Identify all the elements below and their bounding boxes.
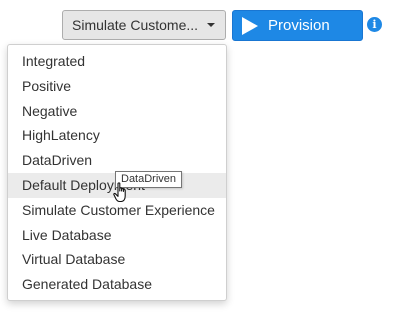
chevron-down-icon: [207, 23, 215, 27]
menu-item-highlatency[interactable]: HighLatency: [8, 123, 226, 148]
menu-item-generated-database[interactable]: Generated Database: [8, 272, 226, 297]
provision-button-label: Provision: [268, 17, 330, 34]
menu-item-positive[interactable]: Positive: [8, 74, 226, 99]
toolbar: Simulate Custome... Provision i: [0, 0, 400, 48]
hand-pointer-icon: [113, 182, 126, 203]
scenario-dropdown[interactable]: Simulate Custome...: [62, 10, 226, 40]
menu-item-datadriven[interactable]: DataDriven: [8, 148, 226, 173]
provision-button[interactable]: Provision: [232, 10, 363, 41]
info-icon[interactable]: i: [367, 17, 382, 32]
menu-item-virtual-database[interactable]: Virtual Database: [8, 247, 226, 272]
menu-item-live-database[interactable]: Live Database: [8, 223, 226, 248]
menu-item-negative[interactable]: Negative: [8, 99, 226, 124]
play-icon: [242, 17, 258, 35]
scenario-dropdown-label: Simulate Custome...: [72, 17, 199, 33]
menu-item-integrated[interactable]: Integrated: [8, 49, 226, 74]
